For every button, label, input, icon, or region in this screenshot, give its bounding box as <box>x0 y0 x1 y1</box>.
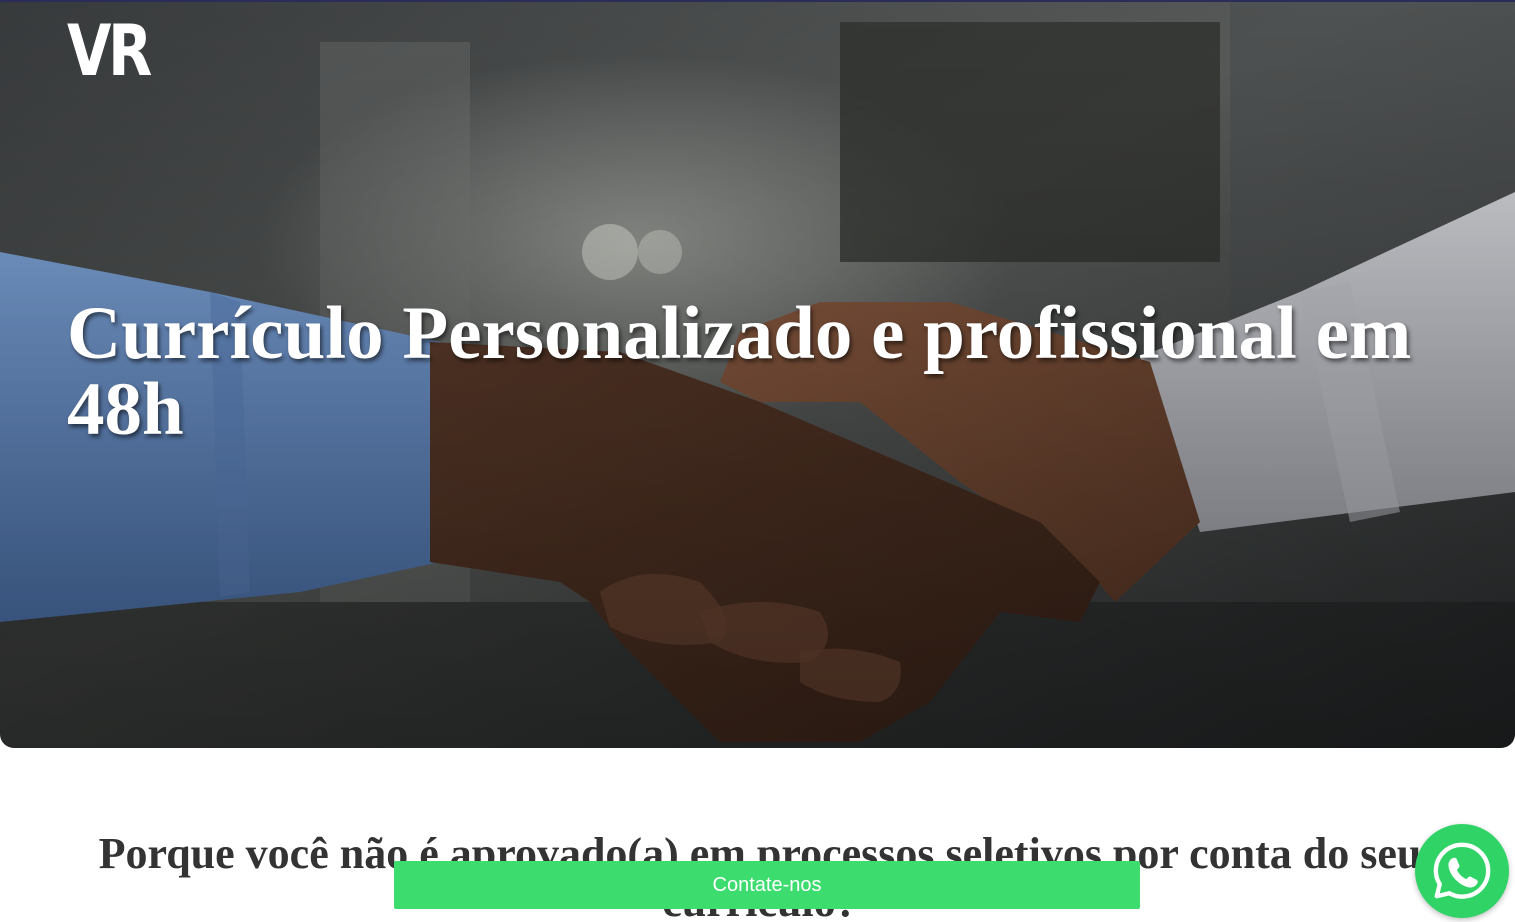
hero-banner: VR Currículo Personalizado e profissiona… <box>0 0 1515 748</box>
whatsapp-button[interactable] <box>1415 824 1509 918</box>
contact-button[interactable]: Contate-nos <box>394 861 1140 909</box>
site-logo[interactable]: VR <box>67 16 152 86</box>
whatsapp-icon <box>1433 842 1491 899</box>
hero-title: Currículo Personalizado e profissional e… <box>67 292 1412 451</box>
